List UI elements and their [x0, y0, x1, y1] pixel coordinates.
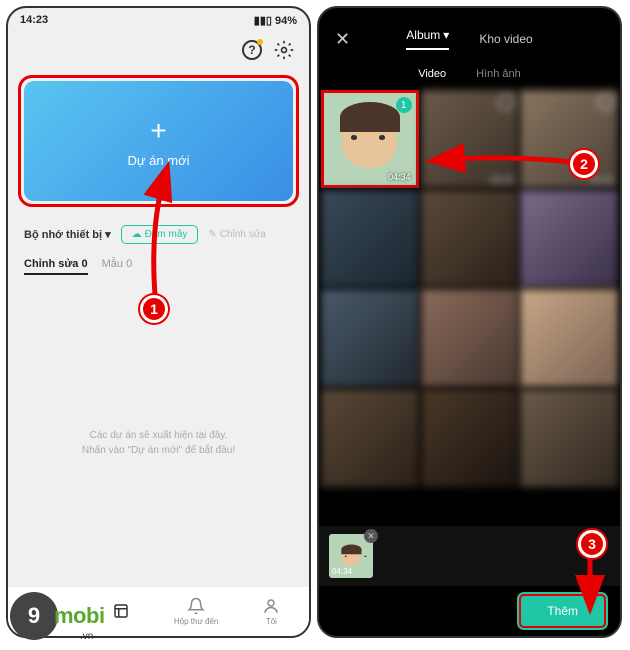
nav-me[interactable]: Tôi: [234, 587, 309, 636]
storage-label[interactable]: Bộ nhớ thiết bị ▾: [24, 228, 111, 241]
selection-badge: 1: [396, 97, 412, 113]
edit-link[interactable]: ✎ Chỉnh sửa: [208, 229, 266, 240]
arrow-2: [430, 140, 580, 185]
chevron-down-icon: ▾: [443, 28, 449, 42]
remove-icon[interactable]: ✕: [364, 529, 378, 543]
video-thumb[interactable]: [421, 190, 519, 288]
pencil-icon: ✎: [208, 229, 216, 240]
bell-icon: [187, 597, 205, 615]
status-time: 14:23: [20, 14, 48, 27]
video-thumb[interactable]: [421, 289, 519, 387]
video-thumb[interactable]: [321, 289, 419, 387]
signal-icon: ▮▮▯: [254, 14, 272, 27]
picker-header: ✕ Album ▾ Kho video: [319, 8, 620, 60]
selection-circle: [498, 94, 514, 110]
marker-3: 3: [578, 530, 606, 558]
video-thumb[interactable]: [421, 389, 519, 487]
tab-stock[interactable]: Kho video: [479, 28, 532, 50]
help-button[interactable]: ?: [241, 39, 263, 61]
duration: 04:34: [388, 172, 411, 182]
status-bar: 14:23 ▮▮▯ 94%: [8, 8, 309, 33]
duration: 00:15: [590, 175, 613, 185]
cloud-icon: ☁: [132, 229, 142, 240]
tab-template[interactable]: Mẫu 0: [102, 258, 133, 275]
help-icon: ?: [242, 40, 262, 60]
battery-text: 94%: [275, 15, 297, 27]
marker-1: 1: [140, 295, 168, 323]
arrow-1: [145, 165, 185, 310]
video-thumb[interactable]: 1 04:34: [321, 90, 419, 188]
arrow-3: [575, 550, 605, 615]
tab-album[interactable]: Album ▾: [406, 28, 449, 50]
selection-circle: [598, 94, 614, 110]
top-bar: ?: [8, 33, 309, 71]
subtab-video[interactable]: Video: [418, 68, 446, 80]
chevron-down-icon: ▾: [105, 228, 111, 241]
duration: 04:34: [332, 567, 352, 576]
video-thumb[interactable]: [520, 190, 618, 288]
tab-edit[interactable]: Chỉnh sửa 0: [24, 258, 88, 275]
marker-2: 2: [570, 150, 598, 178]
watermark: 9 mobi .vn: [10, 592, 105, 640]
close-button[interactable]: ✕: [335, 29, 365, 50]
media-subtabs: Video Hình ảnh: [319, 60, 620, 90]
user-icon: [262, 597, 280, 615]
nav-inbox[interactable]: Hộp thư đến: [159, 587, 234, 636]
template-icon: [112, 602, 130, 620]
empty-state: Các dự án sẽ xuất hiện tại đây. Nhấn vào…: [8, 428, 309, 458]
tray-item[interactable]: ✕ 04:34: [329, 534, 373, 578]
watermark-mobi: mobi: [54, 603, 105, 629]
settings-button[interactable]: [273, 39, 295, 61]
watermark-nine: 9: [10, 592, 58, 640]
video-thumb[interactable]: [321, 389, 419, 487]
subtab-image[interactable]: Hình ảnh: [476, 68, 521, 80]
right-screenshot: ✕ Album ▾ Kho video Video Hình ảnh 1 04:…: [317, 6, 622, 638]
video-thumb[interactable]: [520, 389, 618, 487]
gear-icon: [274, 40, 294, 60]
watermark-vn: .vn: [80, 631, 93, 642]
video-thumb[interactable]: [321, 190, 419, 288]
video-thumb[interactable]: [520, 289, 618, 387]
plus-icon: +: [150, 115, 166, 147]
